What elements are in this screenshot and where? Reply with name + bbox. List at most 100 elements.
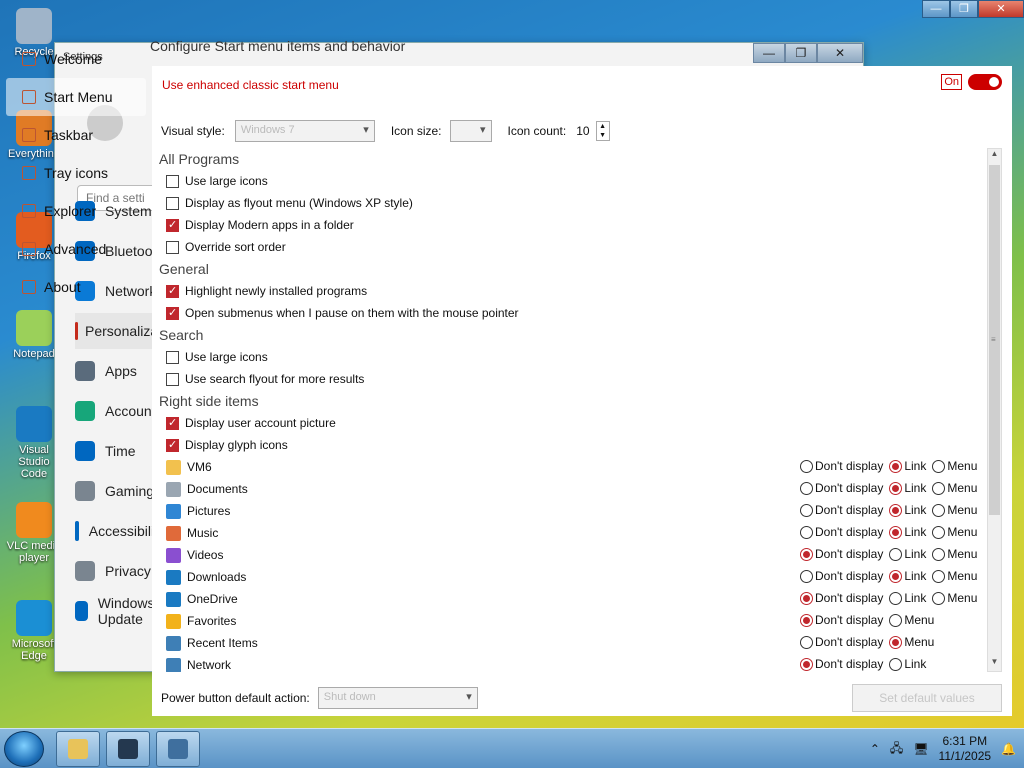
radio-option[interactable]: Menu: [932, 503, 977, 517]
radio-option[interactable]: Menu: [889, 613, 934, 627]
radio-button[interactable]: [889, 503, 903, 517]
radio-button[interactable]: [889, 547, 903, 561]
radio-option[interactable]: Link: [889, 525, 926, 539]
taskbar-classic-shell-button[interactable]: [106, 731, 150, 767]
radio-button[interactable]: [800, 591, 813, 605]
checkbox[interactable]: [166, 218, 179, 232]
radio-button[interactable]: [889, 613, 903, 627]
radio-option[interactable]: Menu: [932, 569, 977, 583]
radio-button[interactable]: [800, 459, 813, 473]
icon-count-value[interactable]: 10: [576, 124, 589, 138]
checkbox[interactable]: [166, 240, 179, 254]
option-row[interactable]: Display as flyout menu (Windows XP style…: [152, 192, 988, 214]
menu-item-about[interactable]: About: [6, 268, 146, 306]
menu-item-tray-icons[interactable]: Tray icons: [6, 154, 146, 192]
radio-button[interactable]: [889, 657, 903, 671]
chevron-up-icon[interactable]: ⌃: [870, 742, 880, 756]
radio-option[interactable]: Menu: [932, 591, 977, 605]
radio-option[interactable]: Don't display: [800, 613, 883, 627]
radio-button[interactable]: [800, 635, 813, 649]
radio-button[interactable]: [932, 591, 946, 605]
radio-option[interactable]: Don't display: [800, 657, 883, 671]
scroll-up-icon[interactable]: ▲: [988, 149, 1001, 163]
scroll-down-icon[interactable]: ▼: [988, 657, 1001, 671]
radio-option[interactable]: Link: [889, 569, 926, 583]
radio-option[interactable]: Link: [889, 547, 926, 561]
option-row[interactable]: Use large icons: [152, 346, 988, 368]
menu-item-explorer[interactable]: Explorer: [6, 192, 146, 230]
spin-down-icon[interactable]: ▼: [597, 131, 609, 140]
options-scrollbar[interactable]: ▲ ≡ ▼: [987, 148, 1002, 672]
radio-button[interactable]: [889, 525, 903, 539]
radio-option[interactable]: Don't display: [800, 591, 883, 605]
radio-button[interactable]: [932, 459, 946, 473]
radio-button[interactable]: [889, 591, 903, 605]
minimize-button[interactable]: —: [922, 0, 950, 18]
option-row[interactable]: Open submenus when I pause on them with …: [152, 302, 988, 324]
option-row[interactable]: Display Modern apps in a folder: [152, 214, 988, 236]
settings-close-button[interactable]: ✕: [817, 43, 863, 63]
radio-option[interactable]: Link: [889, 481, 926, 495]
radio-option[interactable]: Menu: [932, 481, 977, 495]
checkbox[interactable]: [166, 350, 179, 364]
clock[interactable]: 6:31 PM 11/1/2025: [939, 734, 992, 764]
checkbox[interactable]: [166, 284, 179, 298]
radio-button[interactable]: [889, 635, 903, 649]
radio-button[interactable]: [932, 503, 946, 517]
set-defaults-button[interactable]: Set default values: [852, 684, 1002, 712]
radio-button[interactable]: [800, 525, 813, 539]
radio-option[interactable]: Menu: [932, 525, 977, 539]
checkbox[interactable]: [166, 196, 179, 210]
settings-minimize-button[interactable]: —: [753, 43, 785, 63]
visual-style-select[interactable]: Windows 7: [234, 120, 375, 142]
radio-button[interactable]: [932, 525, 946, 539]
notification-bell-icon[interactable]: 🔔: [1001, 742, 1016, 756]
radio-button[interactable]: [932, 569, 946, 583]
radio-option[interactable]: Link: [889, 657, 926, 671]
radio-option[interactable]: Menu: [932, 547, 977, 561]
settings-restore-button[interactable]: ❐: [785, 43, 817, 63]
start-button[interactable]: [4, 731, 44, 767]
radio-button[interactable]: [800, 503, 813, 517]
icon-size-select[interactable]: [449, 120, 492, 142]
option-row[interactable]: Display glyph icons: [152, 434, 988, 456]
network-mute-icon[interactable]: 🖧: [890, 739, 903, 760]
radio-button[interactable]: [889, 569, 903, 583]
radio-option[interactable]: Don't display: [800, 481, 883, 495]
option-row[interactable]: Use large icons: [152, 170, 988, 192]
enhanced-toggle[interactable]: [968, 74, 1002, 90]
icon-count-spinner[interactable]: ▲ ▼: [595, 121, 610, 141]
radio-option[interactable]: Don't display: [800, 503, 883, 517]
monitor-icon[interactable]: 🖥: [913, 742, 928, 756]
radio-option[interactable]: Link: [889, 591, 926, 605]
menu-item-advanced[interactable]: Advanced: [6, 230, 146, 268]
radio-option[interactable]: Link: [889, 459, 926, 473]
radio-button[interactable]: [932, 547, 946, 561]
radio-button[interactable]: [800, 547, 813, 561]
option-row[interactable]: Display user account picture: [152, 412, 988, 434]
checkbox[interactable]: [166, 306, 179, 320]
close-button[interactable]: ✕: [978, 0, 1024, 18]
radio-option[interactable]: Don't display: [800, 547, 883, 561]
taskbar-settings-button[interactable]: [156, 731, 200, 767]
radio-button[interactable]: [800, 657, 813, 671]
menu-item-taskbar[interactable]: Taskbar: [6, 116, 146, 154]
radio-button[interactable]: [889, 481, 903, 495]
restore-button[interactable]: ❐: [950, 0, 978, 18]
checkbox[interactable]: [166, 438, 179, 452]
taskbar-file-explorer-button[interactable]: [56, 731, 100, 767]
radio-button[interactable]: [932, 481, 946, 495]
checkbox[interactable]: [166, 372, 179, 386]
radio-option[interactable]: Don't display: [800, 635, 883, 649]
radio-button[interactable]: [889, 459, 903, 473]
checkbox[interactable]: [166, 416, 179, 430]
radio-option[interactable]: Link: [889, 503, 926, 517]
radio-option[interactable]: Don't display: [800, 569, 883, 583]
option-row[interactable]: Override sort order: [152, 236, 988, 258]
option-row[interactable]: Use search flyout for more results: [152, 368, 988, 390]
spin-up-icon[interactable]: ▲: [597, 122, 609, 131]
menu-item-start-menu[interactable]: Start Menu: [6, 78, 146, 116]
power-action-select[interactable]: Shut down: [317, 687, 478, 709]
menu-item-welcome[interactable]: Welcome: [6, 40, 146, 78]
radio-option[interactable]: Don't display: [800, 459, 883, 473]
